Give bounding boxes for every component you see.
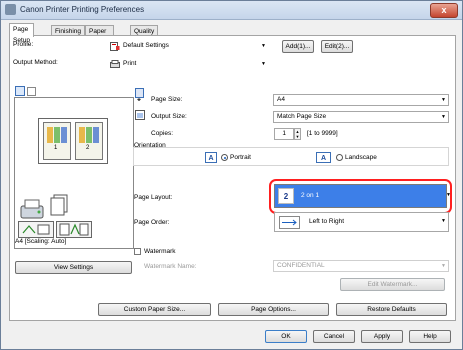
ok-button[interactable]: OK [265, 330, 307, 343]
copies-range: [1 to 9999] [307, 130, 338, 137]
chevron-down-icon: ▼ [446, 192, 451, 198]
profile-value: Default Settings [123, 42, 169, 49]
page-order-value: Left to Right [309, 218, 345, 225]
preview-page-number-1: 1 [54, 145, 58, 151]
edit-watermark-button[interactable]: Edit Watermark... [340, 278, 445, 291]
view-settings-button[interactable]: View Settings [15, 261, 132, 274]
chevron-down-icon: ▼ [441, 97, 446, 103]
left-to-right-icon [279, 216, 300, 229]
page-size-value: A4 [277, 96, 285, 103]
watermark-name-select[interactable]: CONFIDENTIAL ▼ [273, 260, 449, 272]
printer-preview-icon [19, 198, 47, 220]
preview-caption: A4 [Scaling: Auto] [15, 238, 67, 245]
restore-defaults-button[interactable]: Restore Defaults [336, 303, 447, 316]
preview-page-number-2: 2 [86, 145, 90, 151]
landscape-radio[interactable] [336, 154, 343, 161]
page-layout-label: Page Layout: [134, 194, 173, 201]
chevron-down-icon: ▼ [441, 218, 446, 224]
watermark-checkbox[interactable] [134, 248, 141, 255]
finishing-staple-icon [18, 221, 54, 238]
profile-icon [110, 42, 120, 51]
output-method-label: Output Method: [13, 59, 58, 66]
window-title: Canon Printer Printing Preferences [20, 5, 145, 14]
output-size-value: Match Page Size [277, 113, 327, 120]
profile-add-button[interactable]: Add(1)... [282, 40, 314, 53]
profile-edit-button[interactable]: Edit(2)... [321, 40, 353, 53]
orientation-group [133, 147, 449, 166]
finishing-booklet-icon [56, 221, 92, 238]
copies-value: 1 [282, 130, 286, 137]
cancel-button[interactable]: Cancel [313, 330, 355, 343]
copies-input[interactable]: 1 [274, 128, 294, 140]
page-setup-panel: Profile: Default Settings ▼ Add(1)... Ed… [9, 35, 456, 321]
watermark-name-value: CONFIDENTIAL [277, 262, 325, 269]
chevron-down-icon: ▼ [441, 114, 446, 120]
page-size-icon [135, 88, 145, 102]
paper-stack-icon [49, 194, 69, 220]
landscape-label[interactable]: Landscape [345, 154, 377, 161]
close-button[interactable]: x [430, 3, 458, 18]
portrait-label[interactable]: Portrait [230, 154, 251, 161]
multi-page-view-icon[interactable] [27, 87, 36, 96]
output-method-dropdown-arrow-icon[interactable]: ▼ [261, 61, 266, 67]
watermark-label[interactable]: Watermark [144, 248, 176, 255]
print-icon [110, 60, 120, 68]
watermark-name-label: Watermark Name: [144, 263, 197, 270]
output-method-value: Print [123, 60, 137, 67]
title-bar: Canon Printer Printing Preferences x [1, 1, 462, 20]
output-size-label: Output Size: [151, 113, 187, 120]
page-layout-value: 2 on 1 [301, 192, 320, 199]
output-size-icon [135, 110, 145, 120]
portrait-radio[interactable] [221, 154, 228, 161]
apply-button[interactable]: Apply [361, 330, 403, 343]
landscape-icon: A [316, 152, 331, 163]
preview-page-1: 1 [43, 122, 71, 160]
page-layout-2on1-icon: 2 [278, 188, 294, 204]
portrait-icon: A [205, 152, 217, 163]
copies-label: Copies: [151, 130, 174, 137]
page-size-label: Page Size: [151, 96, 183, 103]
page-order-select[interactable]: Left to Right ▼ [274, 212, 449, 232]
preview-page-2: 2 [75, 122, 103, 160]
help-button[interactable]: Help [409, 330, 451, 343]
page-order-label: Page Order: [134, 219, 170, 226]
copies-spinner[interactable]: ▲ ▼ [294, 128, 301, 140]
page-options-button[interactable]: Page Options... [218, 303, 329, 316]
printer-icon [5, 4, 16, 15]
page-size-select[interactable]: A4 ▼ [273, 94, 449, 106]
layout-preview: 1 2 [14, 97, 134, 249]
chevron-down-icon: ▼ [441, 263, 446, 269]
output-size-select[interactable]: Match Page Size ▼ [273, 111, 449, 123]
page-layout-select[interactable]: 2 2 on 1 ▼ [274, 184, 451, 208]
single-page-view-icon[interactable] [15, 86, 25, 96]
tab-page-setup[interactable]: Page Setup [9, 23, 34, 44]
printing-preferences-window: Canon Printer Printing Preferences x Pag… [0, 0, 463, 350]
profile-dropdown-arrow-icon[interactable]: ▼ [261, 43, 266, 49]
preview-sheet: 1 2 [38, 118, 108, 164]
custom-paper-size-button[interactable]: Custom Paper Size... [98, 303, 211, 316]
